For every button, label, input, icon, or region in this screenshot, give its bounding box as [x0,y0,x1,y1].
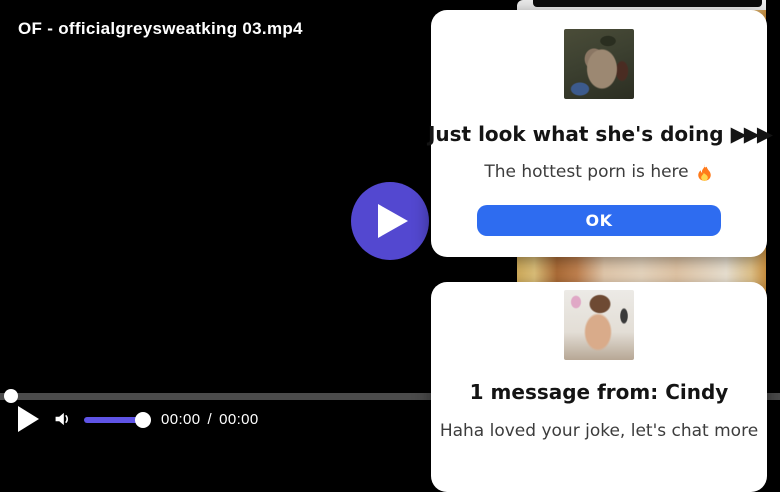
video-title: OF - officialgreysweatking 03.mp4 [18,19,303,38]
volume-slider-thumb[interactable] [135,412,151,428]
volume-button[interactable] [51,408,73,430]
time-separator: / [207,411,213,428]
offer-title: Just look what she's doing ▶▶▶ [427,122,773,146]
ok-button[interactable]: OK [477,205,721,236]
play-button[interactable] [16,405,40,433]
triple-play-arrows-icon: ▶▶▶ [730,122,773,146]
offer-popup: Just look what she's doing ▶▶▶ The hottes… [427,10,773,257]
ad-topbar [533,0,762,7]
speaker-icon [55,412,69,426]
message-body: Haha loved your joke, let's chat more [439,421,759,441]
big-play-button[interactable] [351,182,429,260]
time-display: 00:00 / 00:00 [161,411,259,428]
play-icon [377,204,408,238]
video-progress-thumb[interactable] [4,389,18,403]
offer-thumbnail[interactable] [564,29,634,99]
offer-subtitle: The hottest porn is here [484,161,713,183]
duration: 00:00 [219,411,259,428]
message-title: 1 message from: Cindy [469,380,729,404]
fire-emoji [697,163,711,181]
message-thumbnail[interactable] [564,290,634,360]
play-icon [18,406,39,432]
message-popup[interactable]: 1 message from: Cindy Haha loved your jo… [431,282,767,492]
current-time: 00:00 [161,411,201,428]
